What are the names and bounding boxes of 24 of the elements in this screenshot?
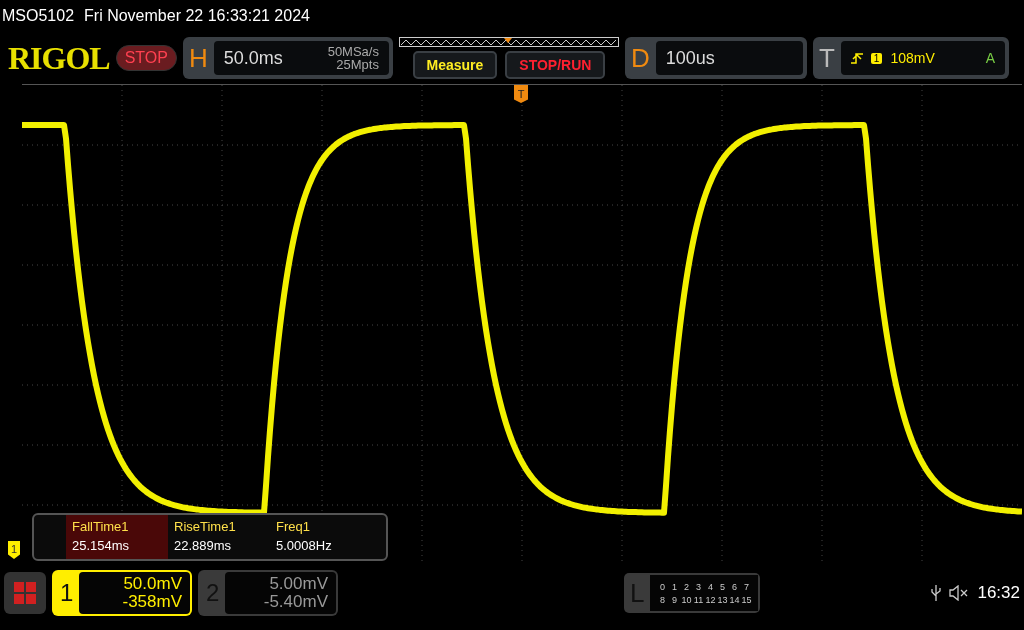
date-time: Fri November 22 16:33:21 2024 xyxy=(84,7,310,25)
horizontal-panel[interactable]: H 50.0ms 50MSa/s 25Mpts xyxy=(182,37,393,79)
stop-run-button[interactable]: STOP/RUN xyxy=(505,51,606,79)
menu-button[interactable] xyxy=(4,572,46,614)
speaker-muted-icon xyxy=(949,585,970,601)
trigger-level: 108mV xyxy=(890,50,935,66)
channel-level-marker: 1 xyxy=(8,541,20,559)
clock-time: 16:32 xyxy=(977,583,1020,603)
measure-button[interactable]: Measure xyxy=(412,51,498,79)
delay-panel[interactable]: D 100us xyxy=(624,37,807,79)
trigger-position-marker: T xyxy=(514,85,528,103)
model-name: MSO5102 xyxy=(2,7,75,25)
measurement-item[interactable]: RiseTime1 22.889ms xyxy=(168,515,270,559)
measurement-item[interactable]: FallTime1 25.154ms xyxy=(66,515,168,559)
trigger-source: 1 xyxy=(870,52,883,64)
trigger-mode: A xyxy=(985,50,995,66)
usb-icon xyxy=(931,584,942,602)
grid-icon xyxy=(14,582,36,604)
channel-panel[interactable]: 1 50.0mV -358mV xyxy=(52,570,192,616)
logo: RIGOL xyxy=(8,39,110,77)
run-state-badge: STOP xyxy=(115,45,177,71)
rising-edge-icon xyxy=(850,52,863,64)
measurement-item[interactable]: Freq1 5.0008Hz xyxy=(270,515,372,559)
trigger-panel[interactable]: T 1 108mV A xyxy=(812,37,1009,79)
